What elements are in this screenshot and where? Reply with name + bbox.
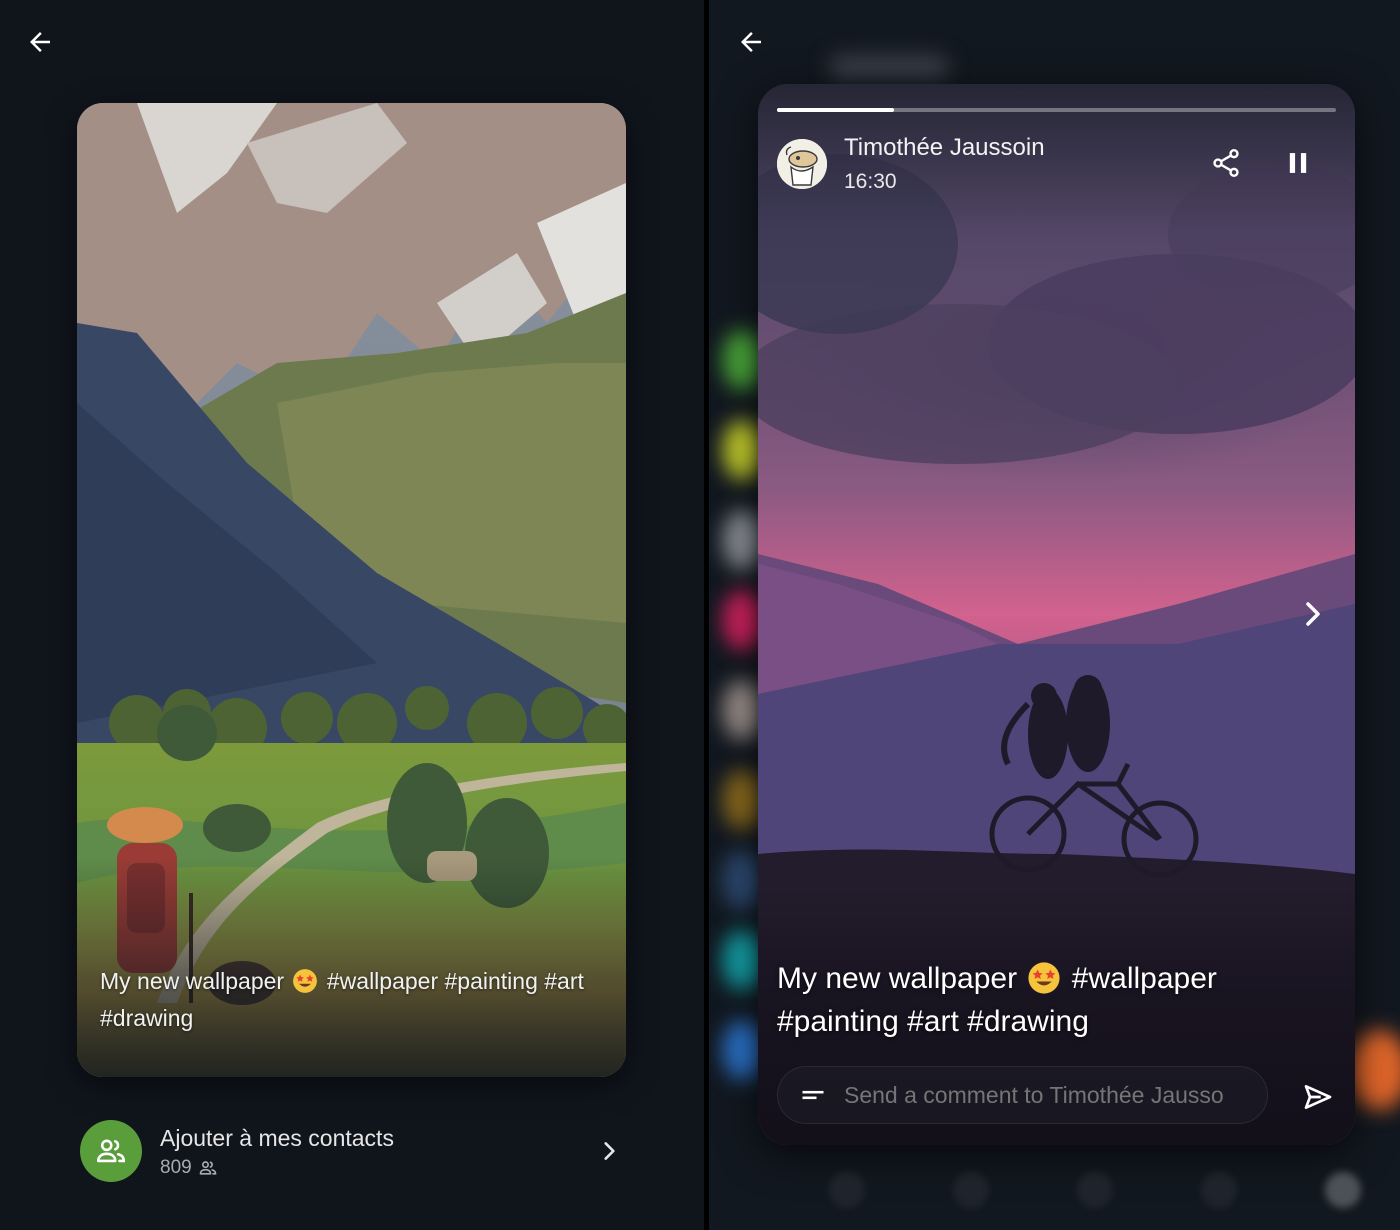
story-card[interactable]: My new wallpaper #wallpaper #painting #a… [77, 103, 626, 1077]
comment-input[interactable] [844, 1081, 1254, 1109]
share-button[interactable] [1207, 144, 1245, 182]
pause-icon [1289, 153, 1307, 173]
send-icon [1304, 1085, 1332, 1109]
star-struck-emoji-icon [1028, 962, 1061, 994]
people-icon [96, 1139, 126, 1163]
comment-box[interactable] [777, 1066, 1268, 1124]
add-contact-row[interactable]: Ajouter à mes contacts 809 [80, 1118, 630, 1184]
story-caption: My new wallpaper #wallpaper #painting #a… [777, 957, 1317, 1043]
contact-avatar [80, 1120, 142, 1182]
add-contact-label: Ajouter à mes contacts [160, 1125, 394, 1151]
subject-icon [798, 1080, 828, 1110]
share-icon [1213, 149, 1239, 177]
story-preview-panel: My new wallpaper #wallpaper #painting #a… [0, 0, 704, 1230]
send-comment-button[interactable] [1298, 1077, 1338, 1117]
story-progress-fill [777, 108, 895, 112]
arrow-left-icon [741, 32, 761, 52]
author-name[interactable]: Timothée Jaussoin [844, 134, 1045, 162]
back-button[interactable] [731, 22, 771, 62]
next-story-button[interactable] [1295, 594, 1331, 634]
arrow-left-icon [30, 32, 50, 52]
story-caption: My new wallpaper #wallpaper #painting #a… [100, 963, 600, 1037]
chevron-right-icon [594, 1136, 624, 1166]
author-avatar[interactable] [777, 139, 827, 189]
contact-text: Ajouter à mes contacts 809 [160, 1123, 594, 1179]
story-viewer[interactable]: Timothée Jaussoin 16:30 My new wallpaper [758, 84, 1355, 1145]
chevron-right-icon [1306, 602, 1320, 626]
caption-text-start: My new wallpaper [777, 962, 1018, 995]
star-struck-emoji-icon [293, 969, 318, 993]
story-progress-track [777, 108, 1336, 112]
story-viewer-panel: Timothée Jaussoin 16:30 My new wallpaper [709, 0, 1400, 1230]
pause-button[interactable] [1279, 144, 1317, 182]
back-button[interactable] [20, 22, 60, 62]
people-small-icon [199, 1161, 217, 1175]
contacts-count-value: 809 [160, 1157, 192, 1178]
contacts-count: 809 [160, 1157, 594, 1179]
author-avatar-image [777, 139, 827, 189]
story-time: 16:30 [844, 170, 897, 193]
caption-text-start: My new wallpaper [100, 968, 285, 994]
